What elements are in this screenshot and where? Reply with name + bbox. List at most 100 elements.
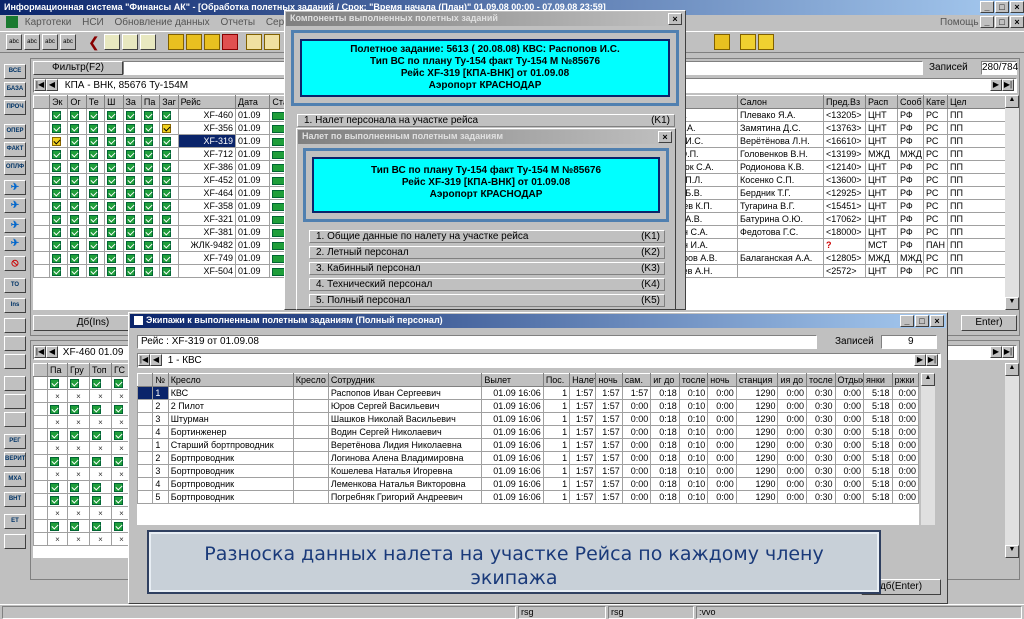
column-header[interactable]: № xyxy=(152,373,169,387)
column-header[interactable]: Заг xyxy=(159,95,179,109)
check-cell[interactable] xyxy=(85,225,106,239)
table-row[interactable]: XF-321 01.09 xyxy=(33,212,305,226)
check-cell[interactable] xyxy=(159,160,179,174)
column-header[interactable]: Кресло xyxy=(292,373,329,387)
prev-record-button[interactable]: ◀ xyxy=(46,79,58,92)
last-record-button[interactable]: ▶| xyxy=(926,354,938,367)
check-cell[interactable] xyxy=(159,121,179,135)
side-button-oplf[interactable]: ОПЛФ xyxy=(4,160,26,175)
table-row[interactable]: XF-749 01.09 xyxy=(33,251,305,265)
main-footer-right-button[interactable]: Enter) xyxy=(961,315,1017,331)
check-cell[interactable] xyxy=(122,134,142,148)
column-header[interactable]: Вылет xyxy=(481,373,544,387)
table-row[interactable]: XF-386 01.09 xyxy=(33,160,305,174)
column-header[interactable]: станция xyxy=(735,373,779,387)
check-cell[interactable] xyxy=(85,186,106,200)
check-cell[interactable] xyxy=(85,134,106,148)
no-entry-icon[interactable]: ⦸ xyxy=(4,256,26,271)
column-header[interactable]: Расп xyxy=(865,95,898,109)
table-row[interactable]: XF-358 01.09 xyxy=(33,199,305,213)
check-cell[interactable] xyxy=(49,264,69,278)
table-row[interactable]: XF-356 01.09 xyxy=(33,121,305,135)
filter-button[interactable]: Фильтр(F2) xyxy=(33,61,123,75)
column-header[interactable]: Рейс xyxy=(177,95,236,109)
check-cell[interactable] xyxy=(122,199,142,213)
next-record-button[interactable]: ▶ xyxy=(914,354,926,367)
check-cell[interactable] xyxy=(89,376,112,390)
toolbar-icon[interactable] xyxy=(714,34,730,50)
check-cell[interactable] xyxy=(159,225,179,239)
check-cell[interactable] xyxy=(67,454,90,468)
check-cell[interactable] xyxy=(140,212,161,226)
crew-close-button[interactable]: × xyxy=(930,315,944,327)
back-arrow-icon[interactable]: ❮ xyxy=(88,34,104,50)
check-cell[interactable] xyxy=(159,238,179,252)
check-cell[interactable] xyxy=(49,108,69,122)
side-button-list[interactable] xyxy=(4,412,26,427)
toolbar-icon[interactable] xyxy=(264,34,280,50)
column-header[interactable]: Ог xyxy=(67,95,87,109)
check-cell[interactable] xyxy=(67,186,87,200)
menu-full-crew[interactable]: 5. Полный персонал (K5) xyxy=(309,294,665,307)
check-cell[interactable] xyxy=(85,173,106,187)
check-cell[interactable]: × xyxy=(67,441,90,455)
check-cell[interactable]: × xyxy=(89,415,112,429)
check-cell[interactable] xyxy=(140,264,161,278)
table-row[interactable]: XF-464 01.09 xyxy=(33,186,305,200)
table-row[interactable]: × × × × xyxy=(33,441,131,455)
check-cell[interactable] xyxy=(122,264,142,278)
column-header[interactable]: Па xyxy=(140,95,161,109)
menu-item[interactable]: Картотеки xyxy=(25,17,72,28)
plane-icon[interactable]: ✈ xyxy=(4,180,26,195)
column-header[interactable]: Салон xyxy=(737,95,824,109)
table-row[interactable] xyxy=(33,428,131,442)
check-cell[interactable] xyxy=(47,480,68,494)
check-cell[interactable] xyxy=(47,428,68,442)
check-cell[interactable] xyxy=(67,225,87,239)
side-button-all[interactable]: ВСЕ xyxy=(4,64,26,79)
side-button-to[interactable]: ТО xyxy=(4,278,26,293)
check-cell[interactable] xyxy=(104,173,124,187)
check-cell[interactable] xyxy=(140,121,161,135)
table-row[interactable]: в П.Л. Косенко С.П. <13600> ЦНТ РФ РС ПП xyxy=(675,173,1005,187)
app-maximize-button[interactable]: □ xyxy=(995,1,1009,13)
check-cell[interactable] xyxy=(89,493,112,507)
check-cell[interactable] xyxy=(47,454,68,468)
check-cell[interactable] xyxy=(104,251,124,265)
check-cell[interactable]: × xyxy=(47,389,68,403)
check-cell[interactable] xyxy=(85,238,106,252)
check-cell[interactable] xyxy=(104,212,124,226)
check-cell[interactable] xyxy=(140,173,161,187)
table-row[interactable]: XF-319 01.09 xyxy=(33,134,305,148)
check-cell[interactable] xyxy=(67,519,90,533)
check-cell[interactable] xyxy=(49,147,69,161)
check-cell[interactable]: × xyxy=(47,467,68,481)
column-header[interactable]: ржки xyxy=(891,373,919,387)
check-cell[interactable] xyxy=(85,212,106,226)
check-cell[interactable] xyxy=(104,134,124,148)
app-minimize-button[interactable]: _ xyxy=(980,1,994,13)
table-row[interactable]: ь А.В. Батурина О.Ю. <17062> ЦНТ РФ РС ПП xyxy=(675,212,1005,226)
check-cell[interactable] xyxy=(140,186,161,200)
plane-icon[interactable]: ✈ xyxy=(4,236,26,251)
side-button-vnt[interactable]: ВНТ xyxy=(4,492,26,507)
table-row[interactable]: вев А.Н. <2572> ЦНТ РФ РС ПП xyxy=(675,264,1005,278)
check-cell[interactable]: × xyxy=(67,389,90,403)
check-cell[interactable]: × xyxy=(47,441,68,455)
column-header[interactable]: Отдых xyxy=(834,373,865,387)
check-cell[interactable]: × xyxy=(89,506,112,520)
table-row[interactable]: × × × × xyxy=(33,467,131,481)
toolbar-icon[interactable] xyxy=(122,34,138,50)
check-cell[interactable] xyxy=(140,251,161,265)
table-row[interactable] xyxy=(33,376,131,390)
table-row[interactable] xyxy=(33,493,131,507)
check-cell[interactable] xyxy=(140,225,161,239)
column-header[interactable]: тосле xyxy=(806,373,836,387)
main-vscrollbar[interactable]: ▲ ▼ xyxy=(1005,95,1019,310)
child-maximize-button[interactable]: □ xyxy=(995,16,1009,28)
column-header[interactable]: ночь xyxy=(707,373,737,387)
table-row[interactable]: 22 Пилот Юров Сергей Васильевич 01.09 16:0… xyxy=(137,399,919,413)
check-cell[interactable] xyxy=(159,264,179,278)
column-header[interactable]: Те xyxy=(85,95,106,109)
side-button-misc[interactable] xyxy=(4,534,26,549)
